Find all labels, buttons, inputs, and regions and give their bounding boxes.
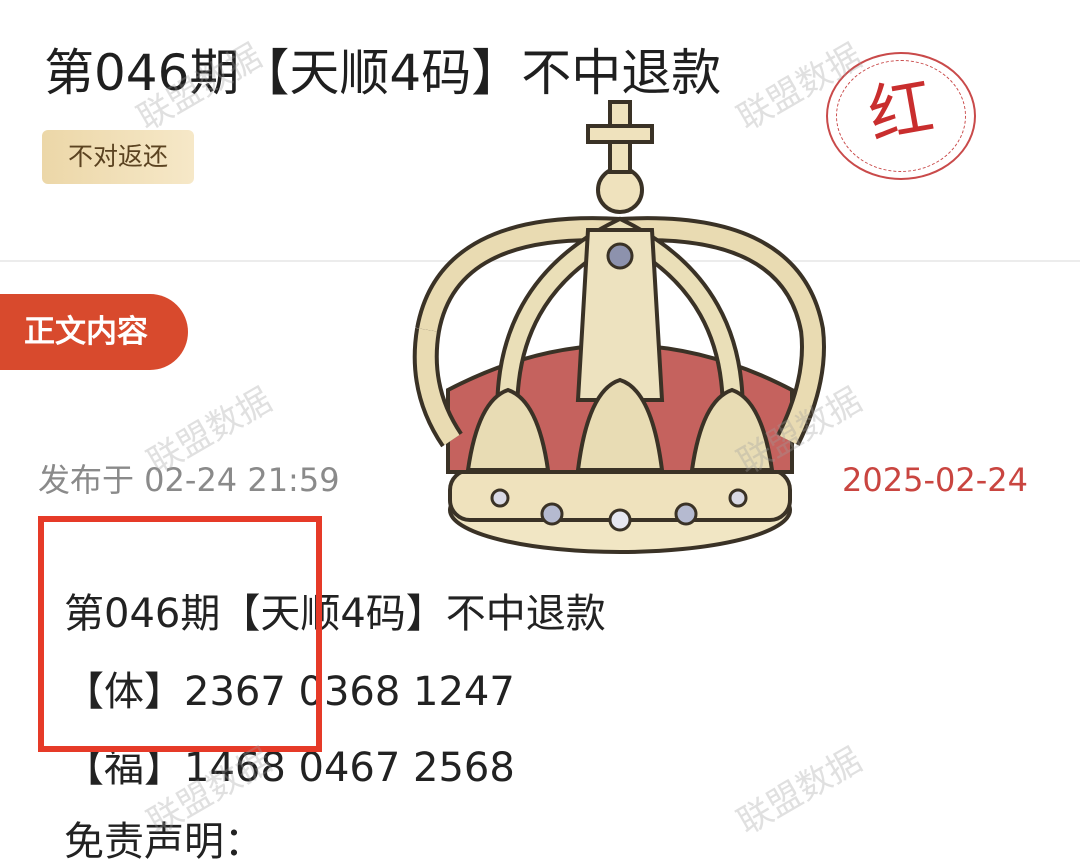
refund-tag: 不对返还 <box>42 130 194 184</box>
publish-time: 发布于 02-24 21:59 <box>38 461 340 499</box>
page-title: 第046期【天顺4码】不中退款 <box>44 44 722 102</box>
section-badge: 正文内容 <box>0 294 188 370</box>
highlight-box <box>38 516 322 752</box>
crown-illustration <box>412 100 826 554</box>
publish-date: 2025-02-24 <box>842 461 1028 499</box>
content-line-disclaimer: 免责声明： <box>64 819 264 865</box>
watermark: 联盟数据 <box>730 740 869 843</box>
